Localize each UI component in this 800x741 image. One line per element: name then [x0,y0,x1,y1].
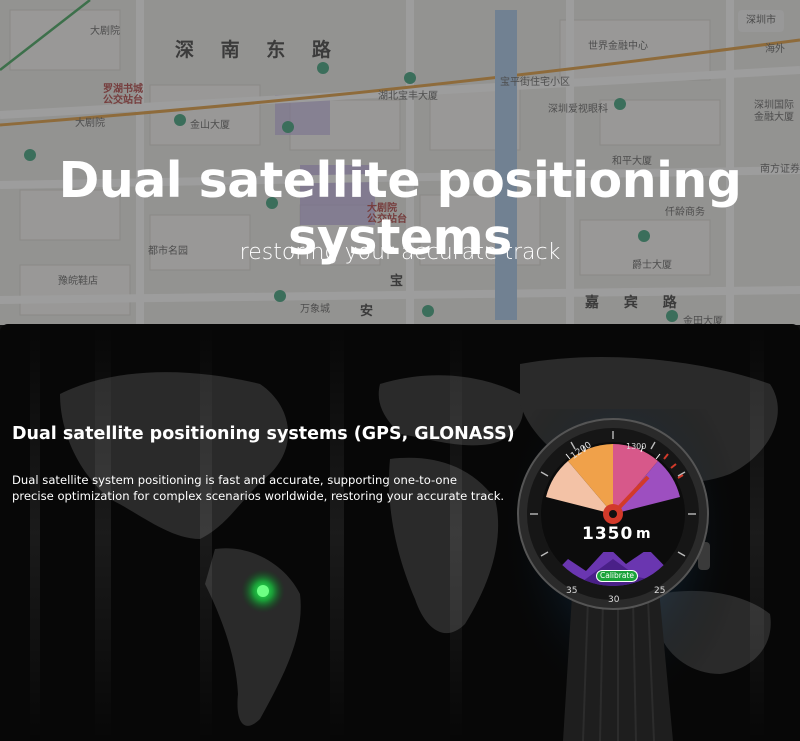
smartwatch-image: 1200 1300 1350 m Calibrate 35 30 25 [508,409,733,741]
altitude-unit: m [636,526,652,542]
calibrate-button[interactable]: Calibrate [596,570,638,582]
description-line-1: Dual satellite system positioning is fas… [12,473,458,487]
dial-tick-1300: 1300 [626,442,647,451]
bezel-number-25: 25 [654,586,666,596]
description-line-2: precise optimization for complex scenari… [12,489,505,503]
section-heading: Dual satellite positioning systems (GPS,… [12,424,515,444]
hero-banner: 大剧院 深 南 东 路 罗湖书城 公交站台 大剧院 金山大厦 湖北宝丰大厦 宝平… [0,0,800,325]
hero-subtitle: restoring your accurate track [239,240,561,265]
altitude-value: 1350 [582,524,634,544]
section-description: Dual satellite system positioning is fas… [12,472,532,504]
bezel-number-30: 30 [608,595,620,605]
bezel-number-35: 35 [566,586,578,596]
positioning-section: Dual satellite positioning systems (GPS,… [0,324,800,741]
